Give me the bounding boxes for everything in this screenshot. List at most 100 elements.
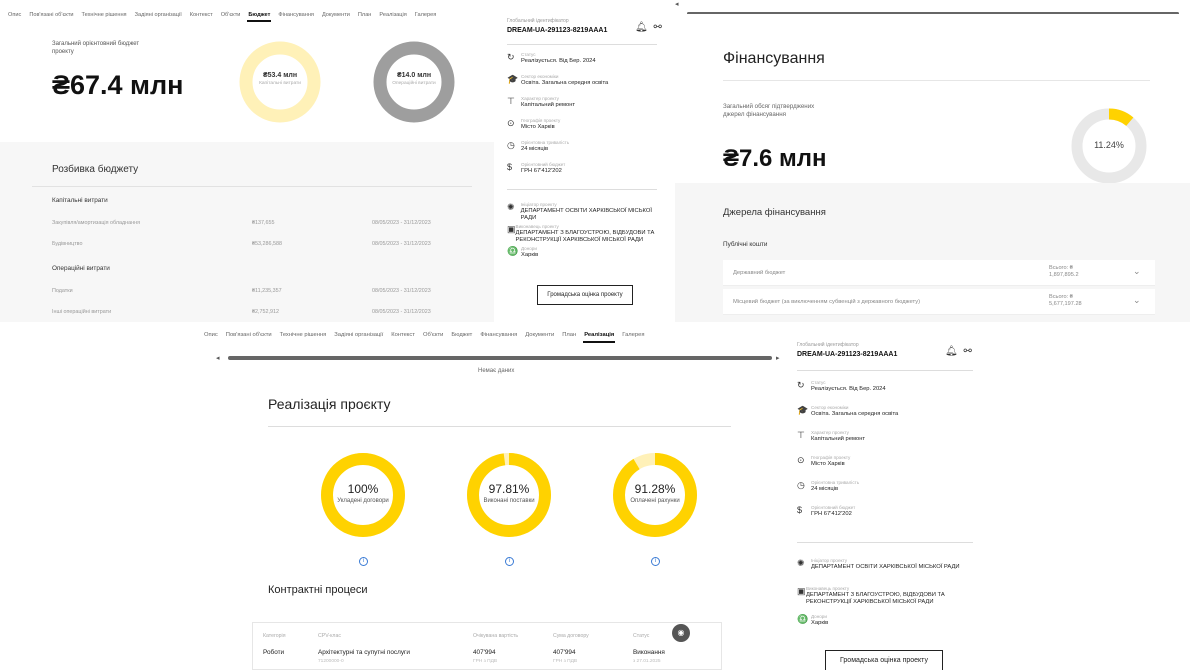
source-name: Місцевий бюджет (за виключенням субвенці… — [733, 299, 921, 305]
sidebar-org-value: Харків — [521, 252, 539, 258]
donut-value: 91.28% — [634, 482, 676, 496]
public-evaluation-button[interactable]: Громадська оцінка проекту — [537, 285, 633, 305]
sidebar-item-label: Характер проекту — [811, 430, 849, 435]
sidebar-item-value: ГРН 67'412'202 — [811, 511, 852, 517]
tab-11[interactable]: Галерея — [411, 0, 440, 18]
sidebar-item-label: Орієнтовний бюджет — [521, 162, 566, 167]
project-sidebar-2: Глобальний ідентифікатор DREAM-UA-291123… — [785, 322, 987, 670]
share-icon[interactable]: ⚯ — [963, 346, 971, 357]
divider — [797, 370, 973, 371]
sidebar-item-label: Характер проекту — [521, 96, 559, 101]
tab-7[interactable]: Фінансування — [274, 0, 318, 18]
sidebar-org-label: Виконавець проекту — [515, 224, 559, 229]
divider — [723, 80, 1150, 81]
donor-icon: ♎ — [507, 246, 519, 256]
operational-donut: ₴14.0 млн Операційні витрати — [372, 40, 456, 124]
tab-7[interactable]: Фінансування — [476, 322, 521, 338]
sidebar-item-label: Орієнтовна тривалість — [811, 480, 860, 485]
status-icon: ↻ — [797, 380, 805, 390]
sidebar-org-label: Донори — [521, 246, 537, 251]
divider — [268, 426, 731, 427]
invoices-donut: 91.28% Оплачені рахунки — [612, 452, 698, 538]
bell-icon[interactable]: 🔔︎ — [945, 346, 958, 357]
tab-0[interactable]: Опис — [200, 322, 222, 338]
sidebar-item-label: Орієнтовна тривалість — [521, 140, 570, 145]
row-amount: ₴11,235,357 — [252, 288, 282, 294]
tab-4[interactable]: Контекст — [387, 322, 419, 338]
funding-source-state[interactable]: Державний бюджет Всього: ₴ 1,897,895.2 ⌄ — [723, 260, 1155, 286]
budget-total: ₴67.4 млн — [52, 70, 184, 100]
bell-icon[interactable]: 🔔︎ — [635, 22, 648, 33]
chevron-down-icon[interactable]: ⌄ — [1133, 266, 1141, 277]
location-icon: ⊙ — [507, 118, 515, 128]
capital-value: ₴53.4 млн — [262, 72, 298, 79]
status-icon: ↻ — [507, 52, 515, 62]
budget-total-label: Загальний орієнтовний бюджет проекту — [52, 41, 140, 55]
tab-2[interactable]: Технічне рішення — [78, 0, 131, 18]
chevron-down-icon[interactable]: ⌄ — [1133, 295, 1141, 306]
tab-10[interactable]: Реалізація — [375, 0, 410, 18]
row-contract-sub: ГРН з ПДВ — [553, 659, 578, 664]
sidebar-item-label: Статус — [521, 52, 536, 57]
sidebar-item-2: ⊤ Характер проекту Капітальний ремонт — [507, 96, 665, 109]
row-expected-sub: ГРН з ПДВ — [473, 659, 498, 664]
sidebar-item-0: ↻ Статус Реалізується. Від Бер. 2024 — [797, 380, 977, 393]
sidebar-item-value: Освіта. Загальна середня освіта — [811, 411, 899, 417]
financing-panel: ◂ Фінансування Загальний обсяг підтвердж… — [675, 0, 1190, 322]
donut-value: 97.81% — [488, 482, 530, 496]
clock-icon: ◷ — [507, 140, 515, 150]
share-icon[interactable]: ⚯ — [653, 22, 661, 33]
tab-9[interactable]: План — [558, 322, 580, 338]
sidebar-org-value: Харків — [811, 620, 829, 626]
info-icon[interactable]: i — [651, 557, 660, 566]
sidebar-item-1: 🎓 Сектор економіки Освіта. Загальна середн… — [797, 405, 977, 418]
operational-label: Операційні витрати — [392, 81, 436, 86]
tab-9[interactable]: План — [354, 0, 376, 18]
paint-roller-icon: ⊤ — [797, 430, 805, 440]
chat-avatar-icon[interactable]: ◉ — [672, 624, 690, 642]
tab-0[interactable]: Опис — [4, 0, 25, 18]
capital-donut: ₴53.4 млн Капітальні витрати — [238, 40, 322, 124]
location-icon: ⊙ — [797, 455, 805, 465]
tab-2[interactable]: Технічне рішення — [276, 322, 331, 338]
tab-4[interactable]: Контекст — [186, 0, 217, 18]
row-name: Закупівля/амортизація обладнання — [52, 220, 140, 226]
divider — [507, 189, 657, 190]
horizontal-scrollbar[interactable] — [228, 356, 772, 360]
funding-source-local[interactable]: Місцевий бюджет (за виключенням субвенці… — [723, 289, 1155, 315]
budget-breakdown: Розбивка бюджету Капітальні витрати Заку… — [0, 142, 494, 322]
sidebar-org-value: ДЕПАРТАМЕНТ ОСВІТИ ХАРКІВСЬКОЇ МІСЬКОЇ Р… — [520, 208, 652, 221]
sidebar-item-2: ⊤ Характер проекту Капітальний ремонт — [797, 430, 977, 443]
info-icon[interactable]: i — [359, 557, 368, 566]
tab-1[interactable]: Пов'язані об'єкти — [25, 0, 77, 18]
tab-6[interactable]: Бюджет — [244, 0, 274, 22]
tab-5[interactable]: Об'єкти — [419, 322, 447, 338]
financing-total: ₴7.6 млн — [723, 145, 827, 172]
tab-8[interactable]: Документи — [318, 0, 354, 18]
sidebar-org-2: ♎ Донори Харків — [507, 246, 665, 259]
row-period: 08/05/2023 - 31/12/2023 — [372, 288, 431, 294]
tab-3[interactable]: Задіяні організації — [330, 322, 387, 338]
info-icon[interactable]: i — [505, 557, 514, 566]
global-id-label: Глобальний ідентифікатор — [797, 342, 859, 348]
row-cpv[interactable]: Архітектурні та супутні послуги — [318, 649, 410, 656]
sidebar-org-label: Виконавець проекту — [805, 586, 850, 591]
executor-icon: ▣ — [797, 586, 806, 596]
sidebar-org-value: ДЕПАРТАМЕНТ ОСВІТИ ХАРКІВСЬКОЇ МІСЬКОЇ Р… — [811, 564, 960, 570]
tab-6[interactable]: Бюджет — [447, 322, 476, 338]
tab-1[interactable]: Пов'язані об'єкти — [222, 322, 276, 338]
tab-11[interactable]: Галерея — [618, 322, 648, 338]
scroll-right-arrow[interactable]: ▸ — [776, 354, 780, 362]
sidebar-item-4: ◷ Орієнтовна тривалість 24 місяців — [797, 480, 977, 493]
tab-10[interactable]: Реалізація — [580, 322, 618, 343]
column-header: Категорія — [263, 633, 286, 639]
tab-5[interactable]: Об'єкти — [217, 0, 245, 18]
clock-icon: ◷ — [797, 480, 805, 490]
graduation-icon: 🎓 — [507, 74, 519, 84]
source-amount: 1,897,895.2 — [1049, 272, 1079, 278]
scroll-left-arrow[interactable]: ◂ — [216, 354, 220, 362]
tab-8[interactable]: Документи — [521, 322, 558, 338]
tab-3[interactable]: Задіяні організації — [131, 0, 186, 18]
financing-total-label: Загальний обсяг підтверджених джерел фін… — [723, 103, 815, 118]
public-evaluation-button[interactable]: Громадська оцінка проекту — [825, 650, 943, 670]
